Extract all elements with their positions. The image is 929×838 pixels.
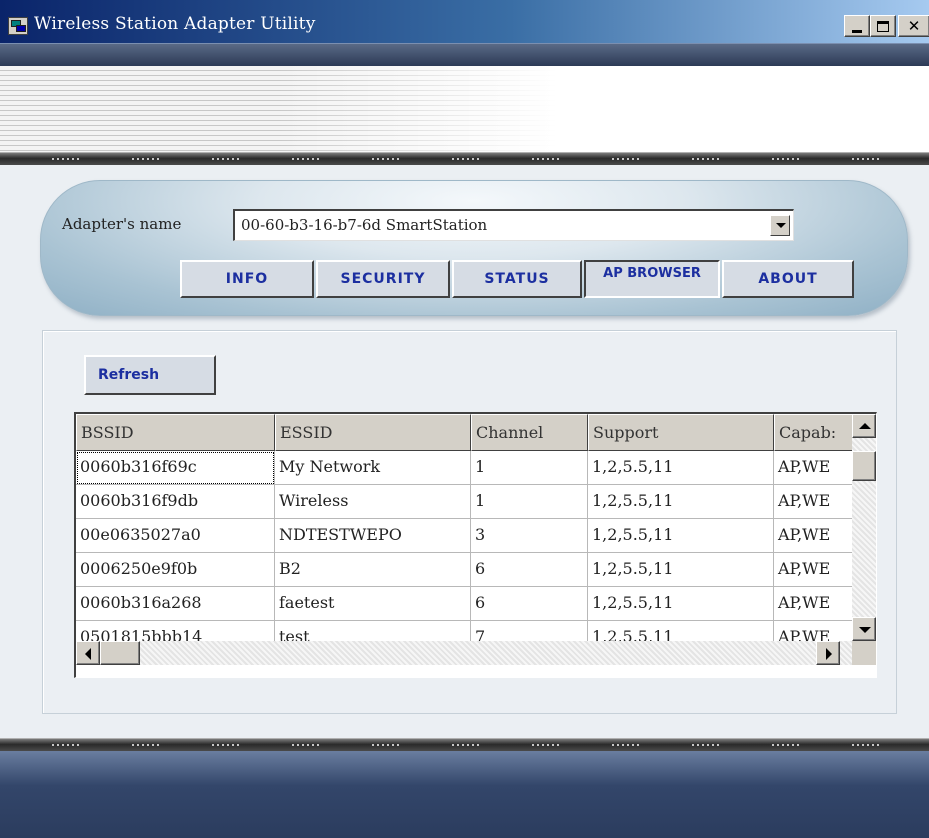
column-header-support[interactable]: Support: [588, 414, 774, 451]
adapter-name-label: Adapter's name: [62, 215, 182, 233]
horizontal-scroll-thumb[interactable]: [100, 641, 140, 665]
app-window: Wireless Station Adapter Utility ✕ Adapt…: [0, 0, 929, 838]
cell-channel[interactable]: 3: [471, 519, 588, 553]
table-row[interactable]: 0501815bbb14 test 7 1,2,5.5,11 AP,WE: [76, 621, 856, 641]
scroll-up-button[interactable]: [852, 414, 876, 438]
cell-support[interactable]: 1,2,5.5,11: [588, 621, 774, 641]
column-header-bssid[interactable]: BSSID: [76, 414, 275, 451]
arrow-down-icon: [859, 627, 871, 633]
cell-bssid[interactable]: 00e0635027a0: [76, 519, 275, 553]
cell-essid[interactable]: Wireless: [275, 485, 471, 519]
cell-channel[interactable]: 1: [471, 451, 588, 485]
maximize-button[interactable]: [870, 15, 896, 37]
cell-capability[interactable]: AP,WE: [774, 587, 856, 621]
cell-essid[interactable]: B2: [275, 553, 471, 587]
cell-bssid[interactable]: 0060b316f9db: [76, 485, 275, 519]
cell-support[interactable]: 1,2,5.5,11: [588, 485, 774, 519]
cell-support[interactable]: 1,2,5.5,11: [588, 587, 774, 621]
cell-bssid[interactable]: 0501815bbb14: [76, 621, 275, 641]
window-title: Wireless Station Adapter Utility: [34, 14, 316, 34]
table-row[interactable]: 0006250e9f0b B2 6 1,2,5.5,11 AP,WE: [76, 553, 856, 587]
tab-status[interactable]: STATUS: [452, 260, 582, 298]
cell-capability[interactable]: AP,WE: [774, 451, 856, 485]
refresh-button[interactable]: Refresh: [84, 355, 216, 395]
tab-security[interactable]: SECURITY: [316, 260, 450, 298]
scroll-down-button[interactable]: [852, 617, 876, 641]
minimize-icon: [852, 29, 862, 33]
cell-bssid[interactable]: 0060b316a268: [76, 587, 275, 621]
cell-support[interactable]: 1,2,5.5,11: [588, 519, 774, 553]
dropdown-button[interactable]: [770, 215, 790, 236]
arrow-right-icon: [826, 648, 832, 660]
vertical-scrollbar[interactable]: [852, 414, 876, 641]
ap-list-table: BSSID ESSID Channel Support Capab: 0060b…: [74, 412, 877, 678]
cell-essid[interactable]: test: [275, 621, 471, 641]
title-bar[interactable]: Wireless Station Adapter Utility ✕: [0, 0, 929, 44]
chevron-down-icon: [776, 223, 786, 228]
cell-channel[interactable]: 6: [471, 553, 588, 587]
table-body: 0060b316f69c My Network 1 1,2,5.5,11 AP,…: [76, 451, 856, 641]
cell-support[interactable]: 1,2,5.5,11: [588, 451, 774, 485]
network-adapter-icon[interactable]: [8, 17, 28, 35]
table-header: BSSID ESSID Channel Support Capab:: [76, 414, 856, 451]
table-row[interactable]: 00e0635027a0 NDTESTWEPO 3 1,2,5.5,11 AP,…: [76, 519, 856, 553]
nav-tabs: INFO SECURITY STATUS AP BROWSER ABOUT: [180, 260, 856, 298]
adapter-select[interactable]: 00-60-b3-16-b7-6d SmartStation: [233, 209, 794, 241]
table-row[interactable]: 0060b316f9db Wireless 1 1,2,5.5,11 AP,WE: [76, 485, 856, 519]
cell-essid[interactable]: NDTESTWEPO: [275, 519, 471, 553]
vertical-scroll-thumb[interactable]: [852, 451, 876, 481]
top-rail: [0, 152, 929, 165]
header-band: [0, 44, 929, 66]
cell-channel[interactable]: 6: [471, 587, 588, 621]
footer-band: [0, 751, 929, 838]
horizontal-scrollbar[interactable]: [76, 641, 852, 665]
cell-capability[interactable]: AP,WE: [774, 621, 856, 641]
cell-channel[interactable]: 7: [471, 621, 588, 641]
cell-essid[interactable]: My Network: [275, 451, 471, 485]
table-row[interactable]: 0060b316a268 faetest 6 1,2,5.5,11 AP,WE: [76, 587, 856, 621]
close-icon: ✕: [907, 16, 921, 35]
cell-essid[interactable]: faetest: [275, 587, 471, 621]
adapter-select-value: 00-60-b3-16-b7-6d SmartStation: [241, 216, 488, 234]
scroll-left-button[interactable]: [76, 641, 100, 665]
cell-support[interactable]: 1,2,5.5,11: [588, 553, 774, 587]
minimize-button[interactable]: [844, 15, 870, 37]
tab-ap-browser[interactable]: AP BROWSER: [584, 260, 720, 298]
header-banner: [0, 66, 929, 152]
close-button[interactable]: ✕: [898, 15, 929, 37]
scroll-right-button[interactable]: [816, 641, 840, 665]
cell-bssid[interactable]: 0060b316f69c: [76, 451, 275, 485]
maximize-icon: [877, 20, 889, 32]
table-row[interactable]: 0060b316f69c My Network 1 1,2,5.5,11 AP,…: [76, 451, 856, 485]
cell-capability[interactable]: AP,WE: [774, 519, 856, 553]
arrow-up-icon: [859, 423, 871, 429]
tab-info[interactable]: INFO: [180, 260, 314, 298]
tab-about[interactable]: ABOUT: [722, 260, 854, 298]
bottom-rail: [0, 738, 929, 751]
cell-channel[interactable]: 1: [471, 485, 588, 519]
column-header-capability[interactable]: Capab:: [774, 414, 856, 451]
scrollbar-corner: [852, 641, 876, 665]
arrow-left-icon: [85, 648, 91, 660]
column-header-channel[interactable]: Channel: [471, 414, 588, 451]
cell-capability[interactable]: AP,WE: [774, 485, 856, 519]
cell-capability[interactable]: AP,WE: [774, 553, 856, 587]
column-header-essid[interactable]: ESSID: [275, 414, 471, 451]
cell-bssid[interactable]: 0006250e9f0b: [76, 553, 275, 587]
